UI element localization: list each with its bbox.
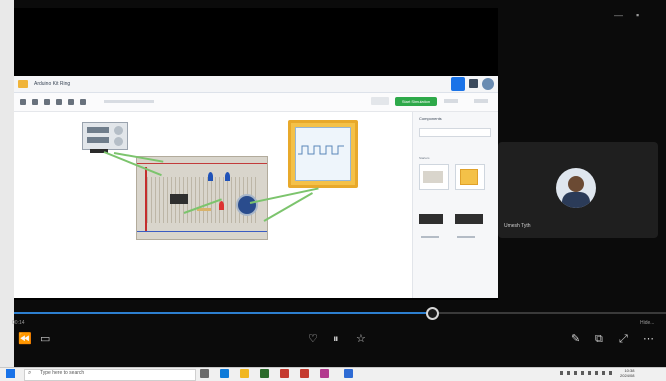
share-button[interactable] xyxy=(451,77,465,91)
tinkercad-titlebar: Arduino Kit Ring xyxy=(14,76,498,93)
search-icon: ⌕ xyxy=(28,370,32,376)
panel-section-label: Starters xyxy=(419,156,430,160)
shared-screen: Arduino Kit Ring Start Simulation Compon… xyxy=(14,76,498,298)
power-rail xyxy=(137,163,267,164)
app-title: Arduino Kit Ring xyxy=(34,81,71,87)
capacitor-2[interactable] xyxy=(225,172,230,181)
generator-knob[interactable] xyxy=(114,126,123,135)
participant-avatar xyxy=(556,168,596,208)
timer-chip[interactable] xyxy=(170,194,188,204)
panel-item-label xyxy=(421,236,439,238)
file-explorer-icon[interactable] xyxy=(240,369,249,378)
avatar-head xyxy=(568,176,584,192)
app-icon-red-2[interactable] xyxy=(300,369,309,378)
user-avatar-icon[interactable] xyxy=(482,78,494,90)
tinkercad-toolbar: Start Simulation xyxy=(14,93,498,112)
app-icon-red[interactable] xyxy=(280,369,289,378)
panel-item-oscilloscope[interactable] xyxy=(455,164,485,190)
components-panel: Components Starters xyxy=(412,112,498,298)
progress-fill xyxy=(14,312,432,314)
red-wire xyxy=(145,167,147,231)
capacitor-1[interactable] xyxy=(208,172,213,181)
led[interactable] xyxy=(219,201,224,210)
participant-name: Umesh Tyth xyxy=(504,223,531,229)
generator-display xyxy=(87,127,109,133)
panel-item-chip[interactable] xyxy=(419,214,443,224)
tinkercad-logo xyxy=(18,80,28,88)
breadboard-thumbnail xyxy=(423,171,443,183)
undo-icon[interactable] xyxy=(44,99,50,105)
left-bezel xyxy=(0,0,14,367)
edge-icon[interactable] xyxy=(220,369,229,378)
thumbs-down-icon[interactable]: ♡ xyxy=(308,332,318,346)
oscilloscope-thumbnail xyxy=(460,169,478,185)
fullscreen-icon[interactable]: ⤢ xyxy=(619,332,628,346)
note-icon[interactable] xyxy=(68,99,74,105)
edit-icon[interactable]: ✎ xyxy=(571,332,580,346)
thumbs-up-icon[interactable]: ☆ xyxy=(356,332,366,346)
elapsed-time: 00:14 xyxy=(12,320,25,326)
system-tray-icons[interactable] xyxy=(560,371,612,375)
back-icon[interactable]: ⏪ xyxy=(18,332,32,346)
chrome-icon[interactable] xyxy=(260,369,269,378)
circuit-canvas[interactable] xyxy=(14,112,410,298)
potentiometer[interactable] xyxy=(236,194,258,216)
avatar-body xyxy=(562,192,590,208)
remaining-time: Hide... xyxy=(640,320,655,326)
panel-title: Components xyxy=(419,116,442,121)
clock-date: 2024/08 xyxy=(620,373,635,378)
generator-knob-2[interactable] xyxy=(114,137,123,146)
app-icon-blue[interactable] xyxy=(344,369,353,378)
captions-icon[interactable]: ▭ xyxy=(40,332,50,346)
share-link-button[interactable] xyxy=(474,99,488,103)
task-view-icon[interactable] xyxy=(200,369,209,378)
oscilloscope[interactable] xyxy=(288,120,358,188)
code-button[interactable] xyxy=(371,97,389,105)
search-placeholder: Type here to search xyxy=(40,370,85,376)
delete-icon[interactable] xyxy=(32,99,38,105)
rotate-icon[interactable] xyxy=(20,99,26,105)
pause-icon[interactable]: ⏸ xyxy=(333,332,339,346)
panel-search-input[interactable] xyxy=(419,128,491,137)
flip-icon[interactable] xyxy=(80,99,86,105)
more-icon[interactable]: ⋯ xyxy=(643,332,654,346)
screen-icon[interactable]: ⧉ xyxy=(595,332,603,346)
panel-item-breadboard[interactable] xyxy=(419,164,449,190)
square-wave-trace xyxy=(298,145,344,155)
function-generator[interactable] xyxy=(82,122,128,150)
export-button[interactable] xyxy=(444,99,458,103)
generator-display-2 xyxy=(87,137,109,143)
panel-item-timer[interactable] xyxy=(455,214,483,224)
minimize-icon[interactable]: — xyxy=(614,10,623,20)
start-icon[interactable] xyxy=(6,369,15,378)
toolbar-info xyxy=(104,100,154,103)
app-menu-icon[interactable] xyxy=(469,79,478,88)
redo-icon[interactable] xyxy=(56,99,62,105)
ground-rail xyxy=(137,231,267,232)
panel-item-label-2 xyxy=(457,236,475,238)
oscilloscope-screen xyxy=(295,127,351,181)
start-simulation-button[interactable]: Start Simulation xyxy=(395,97,437,106)
app-icon-purple[interactable] xyxy=(320,369,329,378)
maximize-icon[interactable]: ▪ xyxy=(636,10,639,20)
taskbar-clock[interactable]: 10:38 2024/08 xyxy=(620,368,634,378)
